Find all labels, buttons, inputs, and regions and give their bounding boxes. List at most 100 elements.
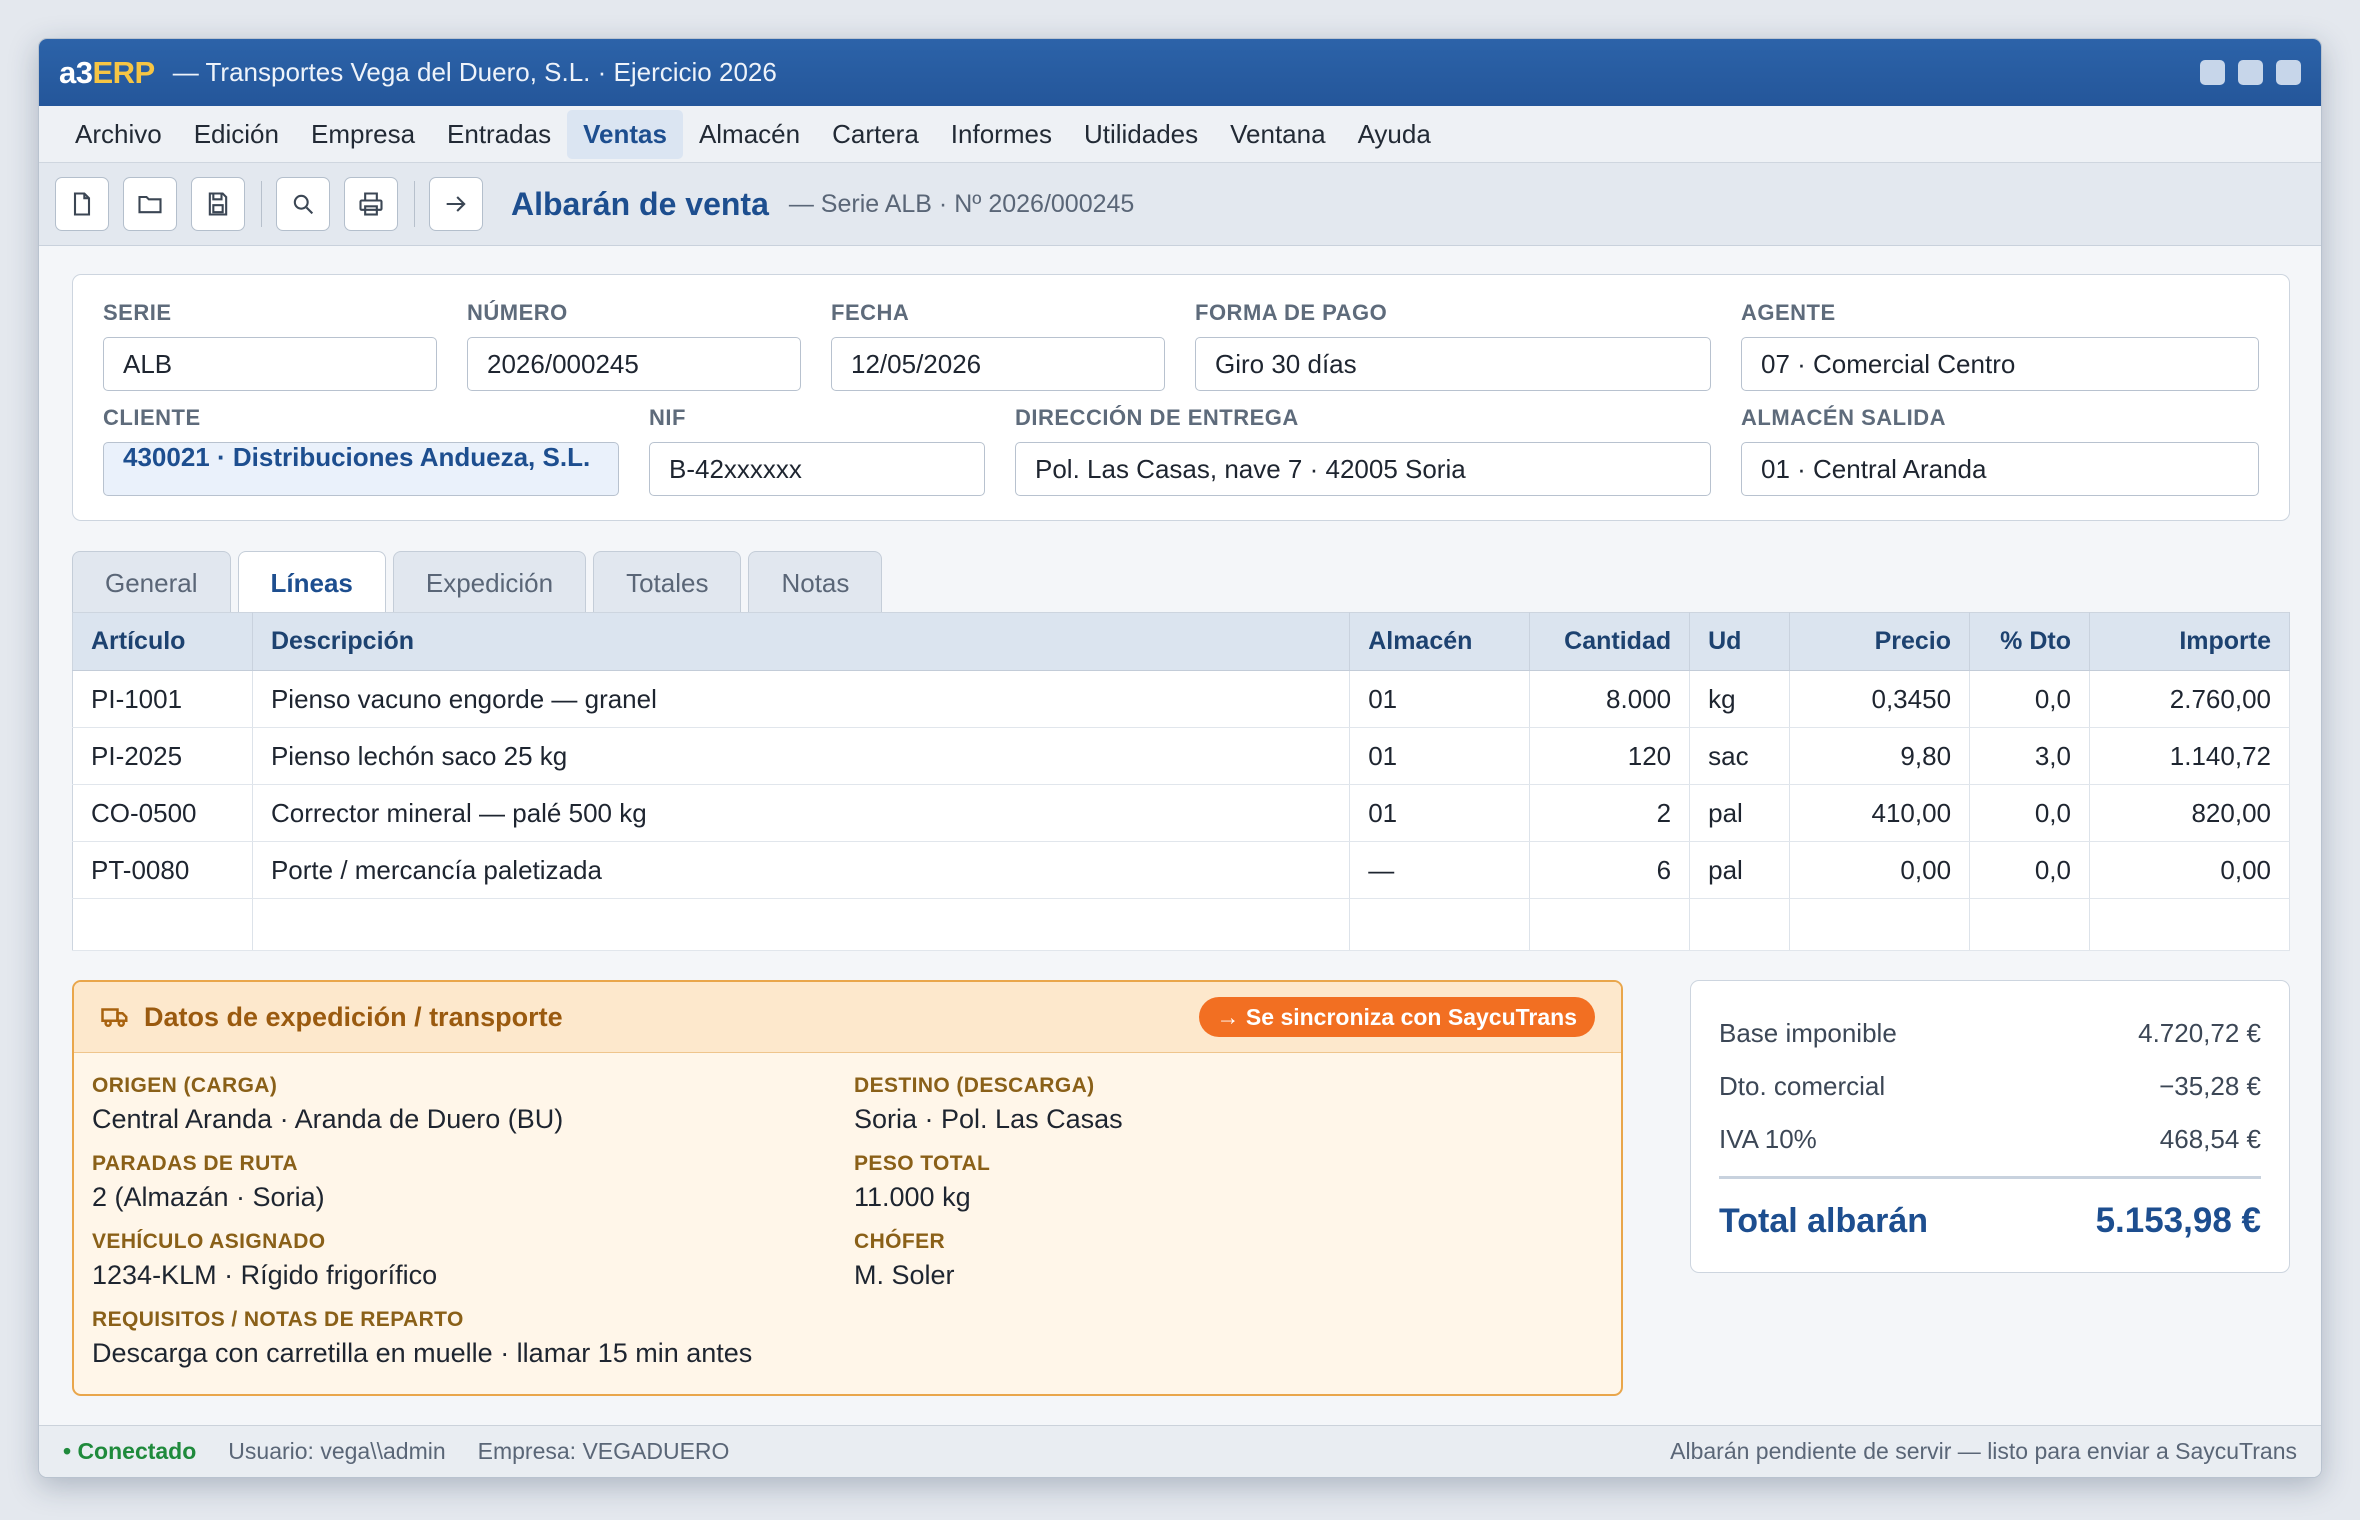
agente-input[interactable]: 07 · Comercial Centro — [1741, 337, 2259, 391]
almacen-input[interactable]: 01 · Central Aranda — [1741, 442, 2259, 496]
cliente-input[interactable]: 430021 · Distribuciones Andueza, S.L. — [103, 442, 619, 496]
cell-precio[interactable]: 0,3450 — [1789, 670, 1971, 728]
cell-importe[interactable]: 0,00 — [2089, 841, 2291, 899]
cell-cantidad[interactable]: 2 — [1529, 784, 1691, 842]
cell-ud[interactable]: pal — [1689, 784, 1791, 842]
cell-articulo[interactable]: PI-2025 — [72, 727, 253, 785]
iva-label: IVA 10% — [1719, 1124, 1817, 1154]
col-ud[interactable]: Ud — [1689, 612, 1791, 671]
cell-cantidad[interactable]: 6 — [1529, 841, 1691, 899]
menu-empresa[interactable]: Empresa — [295, 110, 431, 159]
menu-edicion[interactable]: Edición — [178, 110, 295, 159]
tab-totales[interactable]: Totales — [593, 551, 742, 614]
search-button[interactable] — [276, 177, 330, 231]
table-row[interactable]: CO-0500 Corrector mineral — palé 500 kg … — [72, 784, 2291, 842]
cell-dto[interactable]: 0,0 — [1969, 784, 2090, 842]
cell-importe[interactable]: 2.760,00 — [2089, 670, 2291, 728]
cell-articulo[interactable]: PI-1001 — [72, 670, 253, 728]
empty-cell[interactable] — [1689, 898, 1791, 951]
cell-almacen[interactable]: 01 — [1349, 784, 1531, 842]
save-button[interactable] — [191, 177, 245, 231]
serie-input[interactable]: ALB — [103, 337, 437, 391]
tab-lineas[interactable]: Líneas — [237, 551, 386, 615]
cell-descripcion[interactable]: Porte / mercancía paletizada — [252, 841, 1351, 899]
cell-dto[interactable]: 0,0 — [1969, 841, 2090, 899]
col-dto[interactable]: % Dto — [1969, 612, 2090, 671]
numero-input[interactable]: 2026/000245 — [467, 337, 801, 391]
tab-general[interactable]: General — [72, 551, 231, 614]
col-almacen[interactable]: Almacén — [1349, 612, 1531, 671]
cell-ud[interactable]: kg — [1689, 670, 1791, 728]
new-document-button[interactable] — [55, 177, 109, 231]
cell-dto[interactable]: 3,0 — [1969, 727, 2090, 785]
sync-saycutrans-badge[interactable]: → Se sincroniza con SaycuTrans — [1198, 997, 1595, 1037]
table-row-empty[interactable] — [72, 898, 2291, 951]
cell-importe[interactable]: 820,00 — [2089, 784, 2291, 842]
empty-cell[interactable] — [2089, 898, 2291, 951]
tab-notas[interactable]: Notas — [748, 551, 883, 614]
direccion-input[interactable]: Pol. Las Casas, nave 7 · 42005 Soria — [1015, 442, 1711, 496]
almacen-label: ALMACÉN SALIDA — [1741, 405, 1946, 430]
table-row[interactable]: PT-0080 Porte / mercancía paletizada — 6… — [72, 841, 2291, 899]
destino-label: DESTINO (DESCARGA) — [854, 1074, 1095, 1097]
fecha-input[interactable]: 12/05/2026 — [831, 337, 1165, 391]
col-importe[interactable]: Importe — [2089, 612, 2291, 671]
maximize-button[interactable] — [2238, 60, 2263, 85]
cell-descripcion[interactable]: Pienso vacuno engorde — granel — [252, 670, 1351, 728]
empty-cell[interactable] — [1789, 898, 1971, 951]
table-row[interactable]: PI-2025 Pienso lechón saco 25 kg 01 120 … — [72, 727, 2291, 785]
nif-input[interactable]: B-42xxxxxx — [649, 442, 985, 496]
cell-descripcion[interactable]: Pienso lechón saco 25 kg — [252, 727, 1351, 785]
cell-precio[interactable]: 410,00 — [1789, 784, 1971, 842]
col-cantidad[interactable]: Cantidad — [1529, 612, 1691, 671]
status-company: Empresa: VEGADUERO — [477, 1438, 730, 1464]
forma-pago-input[interactable]: Giro 30 días — [1195, 337, 1711, 391]
empty-cell[interactable] — [1349, 898, 1531, 951]
cell-ud[interactable]: sac — [1689, 727, 1791, 785]
menu-archivo[interactable]: Archivo — [59, 110, 178, 159]
empty-cell[interactable] — [1529, 898, 1691, 951]
cell-cantidad[interactable]: 8.000 — [1529, 670, 1691, 728]
cell-cantidad[interactable]: 120 — [1529, 727, 1691, 785]
minimize-button[interactable] — [2200, 60, 2225, 85]
forward-button[interactable] — [429, 177, 483, 231]
open-button[interactable] — [123, 177, 177, 231]
cell-ud[interactable]: pal — [1689, 841, 1791, 899]
cell-almacen[interactable]: 01 — [1349, 670, 1531, 728]
fecha-label: FECHA — [831, 300, 910, 325]
empty-cell[interactable] — [72, 898, 253, 951]
print-button[interactable] — [344, 177, 398, 231]
menu-ayuda[interactable]: Ayuda — [1342, 110, 1447, 159]
agente-label: AGENTE — [1741, 300, 1836, 325]
menu-entradas[interactable]: Entradas — [431, 110, 567, 159]
empty-cell[interactable] — [1969, 898, 2090, 951]
table-row[interactable]: PI-1001 Pienso vacuno engorde — granel 0… — [72, 670, 2291, 728]
menu-ventana[interactable]: Ventana — [1214, 110, 1341, 159]
cell-descripcion[interactable]: Corrector mineral — palé 500 kg — [252, 784, 1351, 842]
requisitos-value: Descarga con carretilla en muelle · llam… — [92, 1338, 753, 1368]
menu-cartera[interactable]: Cartera — [816, 110, 935, 159]
empty-cell[interactable] — [252, 898, 1351, 951]
totals-panel: Base imponible 4.720,72 € Dto. comercial… — [1690, 980, 2290, 1273]
origen-value: Central Aranda · Aranda de Duero (BU) — [92, 1104, 564, 1134]
menu-ventas[interactable]: Ventas — [567, 109, 683, 159]
col-articulo[interactable]: Artículo — [72, 612, 253, 671]
menu-informes[interactable]: Informes — [935, 110, 1068, 159]
cell-precio[interactable]: 0,00 — [1789, 841, 1971, 899]
close-button[interactable] — [2276, 60, 2301, 85]
col-descripcion[interactable]: Descripción — [252, 612, 1351, 671]
cell-importe[interactable]: 1.140,72 — [2089, 727, 2291, 785]
iva-value: 468,54 € — [2159, 1124, 2261, 1154]
cell-almacen[interactable]: — — [1349, 841, 1531, 899]
cell-almacen[interactable]: 01 — [1349, 727, 1531, 785]
cell-articulo[interactable]: PT-0080 — [72, 841, 253, 899]
cell-precio[interactable]: 9,80 — [1789, 727, 1971, 785]
cell-dto[interactable]: 0,0 — [1969, 670, 2090, 728]
menu-almacen[interactable]: Almacén — [683, 110, 816, 159]
total-albaran-value: 5.153,98 € — [2095, 1201, 2261, 1240]
cell-articulo[interactable]: CO-0500 — [72, 784, 253, 842]
menu-utilidades[interactable]: Utilidades — [1068, 110, 1214, 159]
tab-expedicion[interactable]: Expedición — [392, 551, 587, 614]
agente-field: AGENTE 07 · Comercial Centro — [1741, 301, 2259, 391]
col-precio[interactable]: Precio — [1789, 612, 1971, 671]
